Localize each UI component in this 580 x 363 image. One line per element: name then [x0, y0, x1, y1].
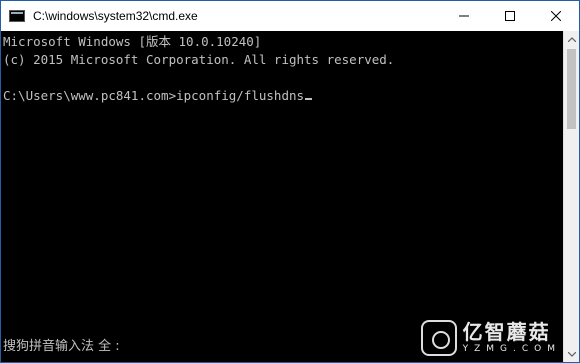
vertical-scrollbar[interactable]: [563, 31, 579, 362]
ime-status-bar: 搜狗拼音输入法 全 :: [3, 339, 120, 354]
site-watermark: 亿智蘑菇 YZMG.COM: [420, 320, 561, 356]
chevron-down-icon: [567, 351, 576, 357]
maximize-button[interactable]: [487, 1, 533, 31]
close-icon: [551, 11, 561, 21]
console-output[interactable]: Microsoft Windows [版本 10.0.10240] (c) 20…: [1, 31, 563, 362]
scroll-down-button[interactable]: [564, 346, 579, 362]
cmd-app-icon[interactable]: [9, 10, 25, 22]
title-bar[interactable]: C:\windows\system32\cmd.exe: [1, 1, 579, 31]
console-line-version: Microsoft Windows [版本 10.0.10240]: [3, 34, 262, 49]
cmd-window: C:\windows\system32\cmd.exe Microsoft Wi…: [0, 0, 580, 363]
console-line-copyright: (c) 2015 Microsoft Corporation. All righ…: [3, 52, 395, 67]
watermark-sub-text: YZMG.COM: [462, 344, 561, 354]
minimize-button[interactable]: [441, 1, 487, 31]
watermark-main-text: 亿智蘑菇: [462, 320, 551, 344]
minimize-icon: [459, 15, 469, 17]
watermark-text: 亿智蘑菇 YZMG.COM: [463, 321, 561, 355]
chevron-up-icon: [567, 36, 576, 42]
console-line-command[interactable]: C:\Users\www.pc841.com>ipconfig/flushdns: [3, 87, 563, 105]
command-prompt-text: C:\Users\www.pc841.com>ipconfig/flushdns: [3, 88, 305, 103]
window-title: C:\windows\system32\cmd.exe: [33, 9, 198, 23]
maximize-icon: [505, 11, 515, 21]
window-controls: [441, 1, 579, 31]
text-cursor: [305, 98, 313, 100]
scroll-thumb[interactable]: [567, 49, 576, 129]
watermark-logo-icon: [420, 320, 457, 356]
scroll-up-button[interactable]: [564, 31, 579, 47]
close-button[interactable]: [533, 1, 579, 31]
